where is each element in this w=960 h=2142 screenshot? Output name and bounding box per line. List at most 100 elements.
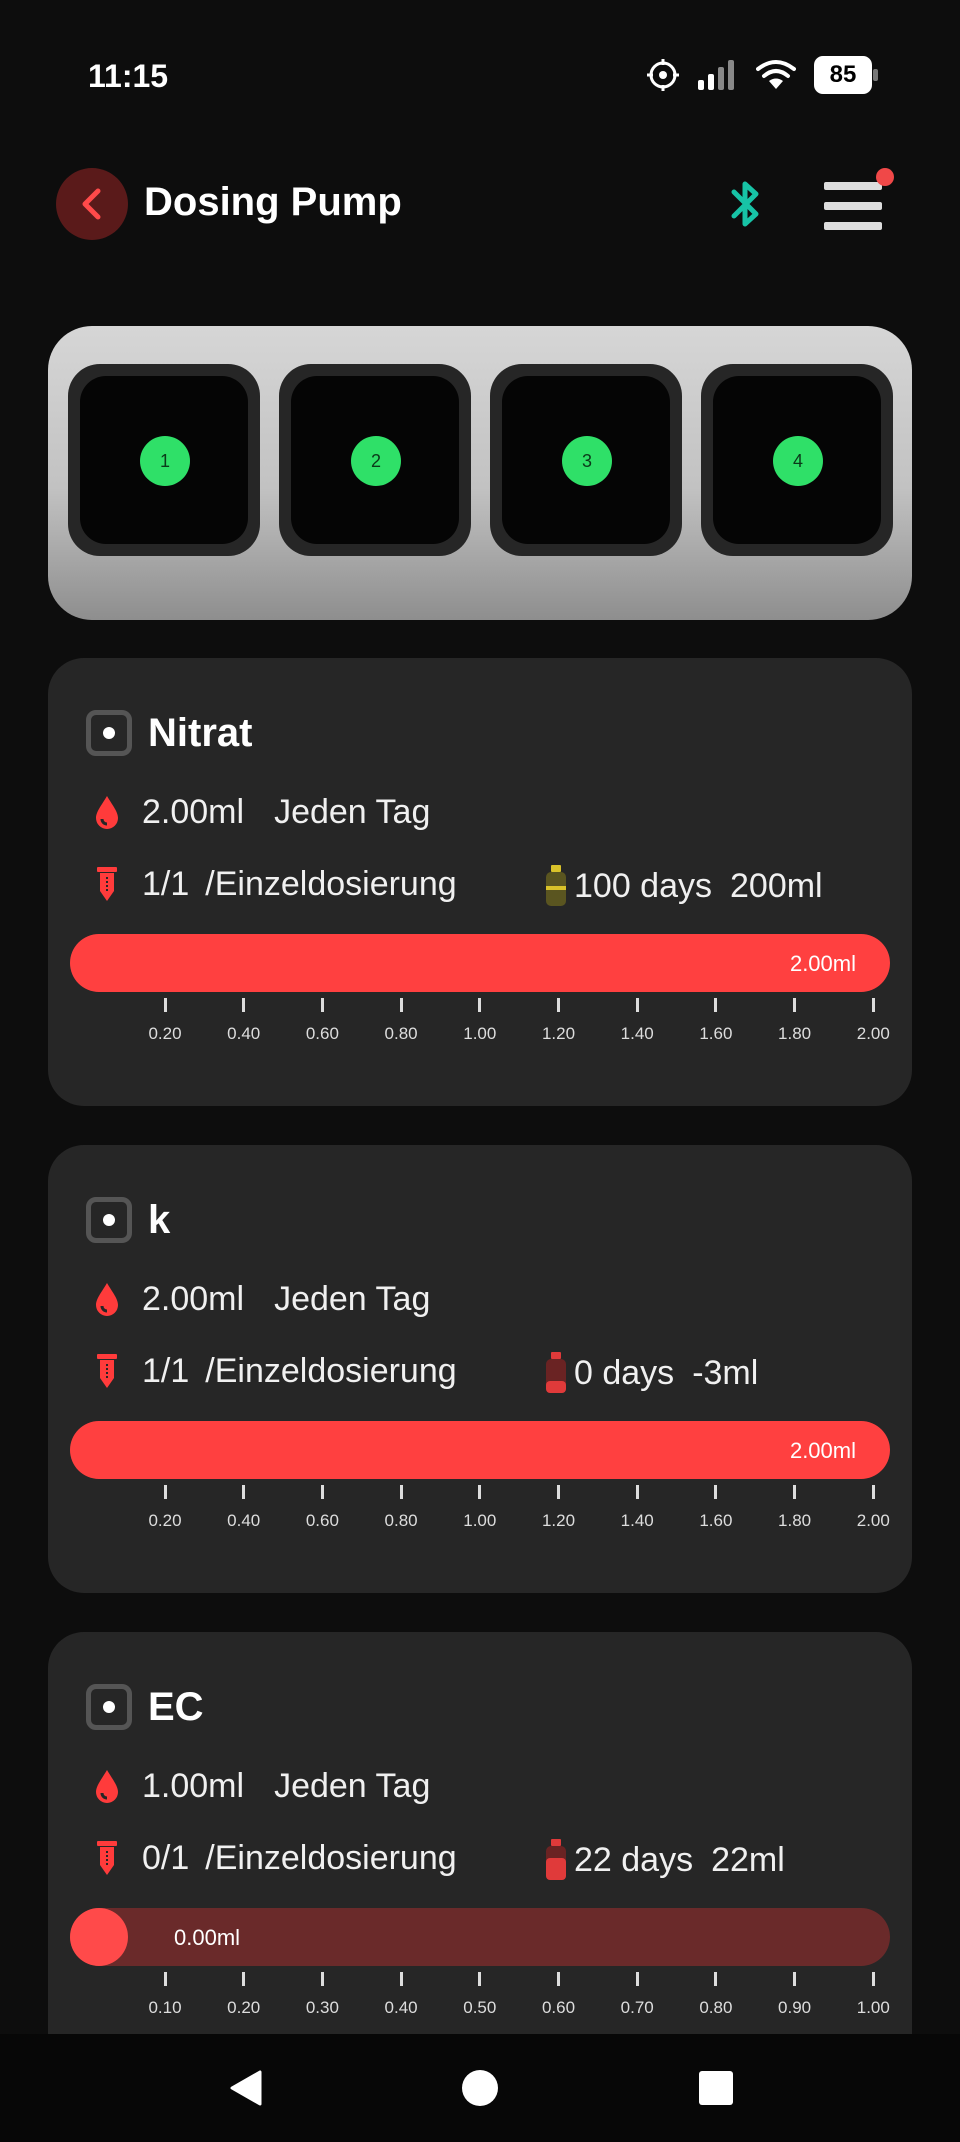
pump-slot-2[interactable]: 2 [279,364,471,556]
scale-tick: 1.60 [696,998,736,1044]
scale-tick: 1.40 [617,1485,657,1531]
app-header: Dosing Pump [0,160,960,250]
channel-card[interactable]: Nitrat 2.00ml Jeden Tag 1/1 /Einzeldosie… [48,658,912,1106]
bottle-info: 0 days -3ml [542,1351,758,1395]
tick-mark [242,1485,246,1499]
scale-tick: 1.40 [617,998,657,1044]
scale-tick: 2.00 [853,998,893,1044]
tick-mark [399,998,403,1012]
dose-count: 0/1 [142,1838,190,1877]
progress-scale: 0.20 0.40 0.60 0.80 1.00 1.20 1.40 1.60 1.80 2.00 [70,998,890,1048]
tick-label: 1.00 [856,1998,890,2017]
recents-square-icon[interactable] [696,2068,736,2108]
home-circle-icon[interactable] [460,2068,500,2108]
count-row: 1/1 /Einzeldosierung [92,1351,457,1391]
tick-mark [557,998,560,1012]
tick-label: 1.40 [620,1024,654,1043]
tick-label: 0.50 [463,1998,497,2017]
dose-count: 1/1 [142,864,190,903]
pump-slot-inner: 3 [502,376,670,544]
back-button[interactable] [56,168,128,240]
tick-label: 0.60 [305,1024,339,1043]
tick-label: 0.20 [148,1024,182,1043]
dose-amount: 1.00ml [142,1766,245,1805]
scale-tick: 1.20 [539,998,579,1044]
scale-tick: 0.10 [145,1972,185,2018]
menu-button[interactable] [824,168,894,232]
tick-mark [793,1972,797,1986]
tick-mark [478,1972,482,1986]
card-header: EC [86,1684,204,1730]
tick-mark [871,998,875,1012]
tick-mark [163,1972,167,1986]
bottle-icon [546,1352,566,1393]
remaining-volume: -3ml [692,1353,759,1392]
bluetooth-icon[interactable] [726,178,766,230]
pump-slot-3[interactable]: 3 [490,364,682,556]
system-nav-bar [0,2034,960,2142]
remaining-volume: 22ml [711,1840,785,1879]
pump-slot-1[interactable]: 1 [68,364,260,556]
dose-count: 1/1 [142,1351,190,1390]
tick-mark [163,998,167,1012]
tick-mark [478,1485,482,1499]
card-header: k [86,1197,170,1243]
tick-mark [399,1972,403,1986]
tick-mark [793,998,797,1012]
scale-tick: 2.00 [853,1485,893,1531]
scale-tick: 1.60 [696,1485,736,1531]
scale-tick: 0.60 [302,998,342,1044]
tick-mark [557,1972,560,1986]
channel-icon [86,1197,132,1243]
scale-tick: 0.20 [145,998,185,1044]
bottle-info: 100 days 200ml [542,864,823,908]
scale-tick: 1.00 [460,1485,500,1531]
scale-tick: 1.00 [460,998,500,1044]
scale-tick: 0.40 [224,998,264,1044]
pump-slot-number: 2 [351,436,401,486]
tick-label: 0.60 [305,1511,339,1530]
tick-label: 0.10 [148,1998,182,2017]
scale-tick: 0.30 [302,1972,342,2018]
tick-mark [871,1485,875,1499]
tick-label: 0.70 [620,1998,654,2017]
tick-mark [399,1485,403,1499]
drop-icon [96,796,118,829]
scale-tick: 0.80 [381,998,421,1044]
status-icons: 85 [646,56,878,94]
progress-knob[interactable] [70,1908,128,1966]
scale-tick: 0.60 [302,1485,342,1531]
pump-slot-4[interactable]: 4 [701,364,893,556]
tick-label: 0.80 [384,1024,418,1043]
progress-scale: 0.10 0.20 0.30 0.40 0.50 0.60 0.70 0.80 0.90 1.00 [70,1972,890,2022]
tick-mark [714,1485,718,1499]
pump-slot-inner: 2 [291,376,459,544]
syringe-icon [97,867,117,901]
channel-card[interactable]: k 2.00ml Jeden Tag 1/1 /Einzeldosierung … [48,1145,912,1593]
dose-row: 2.00ml Jeden Tag [92,1279,430,1319]
menu-icon-line [824,202,882,210]
scale-tick: 1.80 [775,998,815,1044]
tick-label: 0.40 [227,1511,261,1530]
dose-progress-bar[interactable]: 2.00ml [70,934,890,992]
dose-progress-bar[interactable]: 0.00ml [70,1908,890,1966]
bottle-icon [546,1839,566,1880]
channel-card[interactable]: EC 1.00ml Jeden Tag 0/1 /Einzeldosierung… [48,1632,912,2080]
tick-label: 0.80 [699,1998,733,2017]
pump-slot-number: 3 [562,436,612,486]
drop-icon [96,1770,118,1803]
scale-tick: 0.80 [696,1972,736,2018]
dose-amount: 2.00ml [142,1279,245,1318]
tick-mark [793,1485,797,1499]
count-row: 1/1 /Einzeldosierung [92,864,457,904]
syringe-icon [97,1354,117,1388]
scale-tick: 0.20 [145,1485,185,1531]
tick-mark [871,1972,875,1986]
scale-tick: 1.80 [775,1485,815,1531]
dose-progress-bar[interactable]: 2.00ml [70,1421,890,1479]
menu-icon [824,182,882,190]
scale-tick: 0.50 [460,1972,500,2018]
tick-label: 0.60 [541,1998,576,2017]
back-triangle-icon[interactable] [226,2068,266,2108]
remaining-days: 100 days [574,866,712,905]
